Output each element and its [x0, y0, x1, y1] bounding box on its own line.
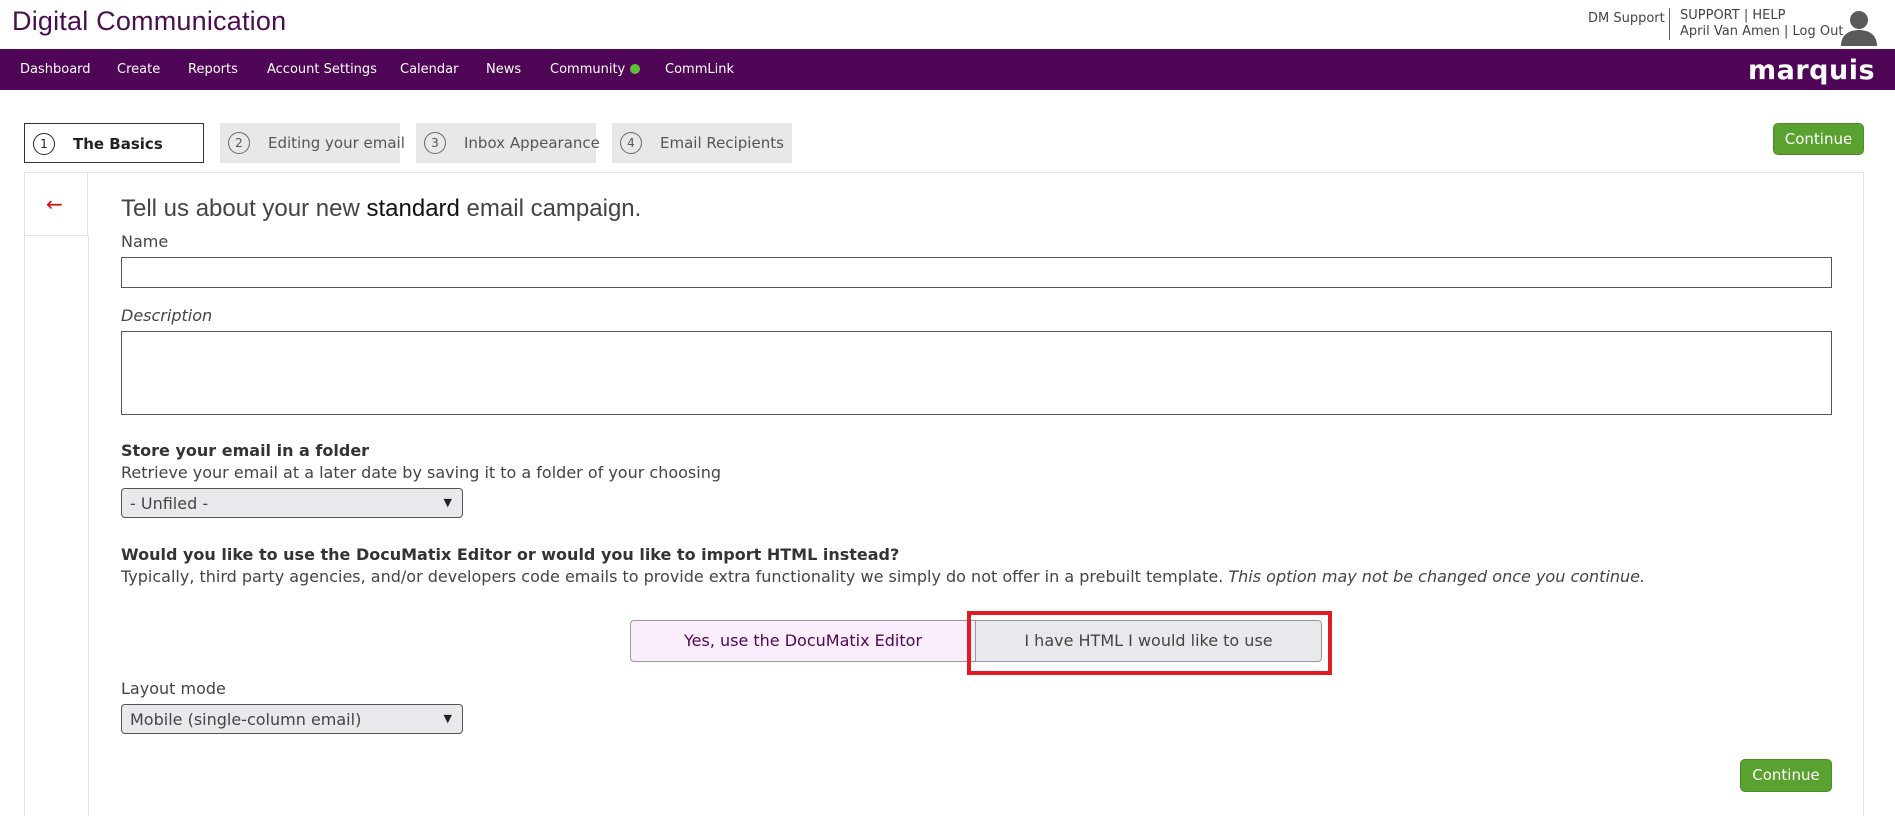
layout-mode-select[interactable]: Mobile (single-column email) ▼: [121, 704, 463, 734]
nav-community[interactable]: Community: [550, 62, 641, 77]
caret-down-icon: ▼: [443, 496, 452, 509]
use-documatix-editor-button[interactable]: Yes, use the DocuMatix Editor: [630, 620, 976, 662]
user-avatar-icon[interactable]: [1838, 8, 1880, 46]
nav-news[interactable]: News: [486, 62, 521, 77]
continue-button-bottom[interactable]: Continue: [1740, 759, 1832, 792]
status-dot-icon: [630, 64, 641, 74]
panel-divider: [88, 236, 89, 816]
folder-description: Retrieve your email at a later date by s…: [121, 463, 721, 482]
header-links: SUPPORT | HELP April Van Amen | Log Out: [1680, 8, 1843, 40]
layout-mode-label: Layout mode: [121, 679, 226, 698]
step-label: Inbox Appearance: [464, 134, 600, 152]
nav-commlink[interactable]: CommLink: [665, 62, 734, 77]
dm-support-link[interactable]: DM Support: [1588, 11, 1665, 26]
continue-button-top[interactable]: Continue: [1773, 123, 1864, 155]
step-number: 3: [424, 132, 446, 154]
editor-desc-text: Typically, third party agencies, and/or …: [121, 567, 1229, 586]
header-divider: [1669, 8, 1670, 40]
user-name: April Van Amen: [1680, 24, 1780, 39]
layout-selected-value: Mobile (single-column email): [130, 710, 362, 729]
highlight-box: [967, 611, 1332, 675]
step-label: Editing your email: [268, 134, 405, 152]
step-label: Email Recipients: [660, 134, 784, 152]
step-label: The Basics: [73, 135, 163, 153]
folder-selected-value: - Unfiled -: [130, 494, 209, 513]
editor-note: This option may not be changed once you …: [1228, 567, 1646, 586]
step-number: 4: [620, 132, 642, 154]
nav-dashboard[interactable]: Dashboard: [20, 62, 91, 77]
step-editing-your-email[interactable]: 2 Editing your email: [220, 123, 405, 163]
step-number: 2: [228, 132, 250, 154]
help-link[interactable]: HELP: [1752, 8, 1785, 23]
separator: |: [1743, 8, 1749, 23]
title-pre: Tell us about your new: [121, 195, 367, 222]
step-the-basics[interactable]: 1 The Basics: [24, 123, 204, 163]
brand-title[interactable]: Digital Communication: [12, 6, 286, 37]
step-number: 1: [33, 133, 55, 155]
title-emphasis: standard: [366, 195, 460, 222]
nav-calendar[interactable]: Calendar: [400, 62, 458, 77]
logout-link[interactable]: Log Out: [1793, 24, 1844, 39]
main-nav: Dashboard Create Reports Account Setting…: [0, 49, 1895, 90]
page-title: Tell us about your new standard email ca…: [121, 195, 641, 223]
separator: |: [1784, 24, 1789, 39]
nav-reports[interactable]: Reports: [188, 62, 238, 77]
title-post: email campaign.: [459, 195, 642, 222]
editor-question: Would you like to use the DocuMatix Edit…: [121, 545, 900, 564]
step-email-recipients[interactable]: 4 Email Recipients: [612, 123, 792, 163]
support-link[interactable]: SUPPORT: [1680, 8, 1740, 23]
description-textarea[interactable]: [121, 331, 1832, 415]
marquis-logo: marquis: [1748, 55, 1876, 86]
nav-create[interactable]: Create: [117, 62, 160, 77]
name-label: Name: [121, 232, 169, 251]
app-header: Digital Communication DM Support SUPPORT…: [0, 0, 1895, 49]
editor-description: Typically, third party agencies, and/or …: [121, 567, 1645, 586]
step-inbox-appearance[interactable]: 3 Inbox Appearance: [416, 123, 600, 163]
folder-title: Store your email in a folder: [121, 441, 370, 460]
name-input[interactable]: [121, 257, 1832, 288]
caret-down-icon: ▼: [443, 712, 452, 725]
nav-community-label: Community: [550, 62, 626, 77]
folder-select[interactable]: - Unfiled - ▼: [121, 488, 463, 518]
arrow-left-icon[interactable]: ←: [46, 192, 63, 216]
nav-account-settings[interactable]: Account Settings: [267, 62, 377, 77]
description-label: Description: [121, 306, 213, 325]
